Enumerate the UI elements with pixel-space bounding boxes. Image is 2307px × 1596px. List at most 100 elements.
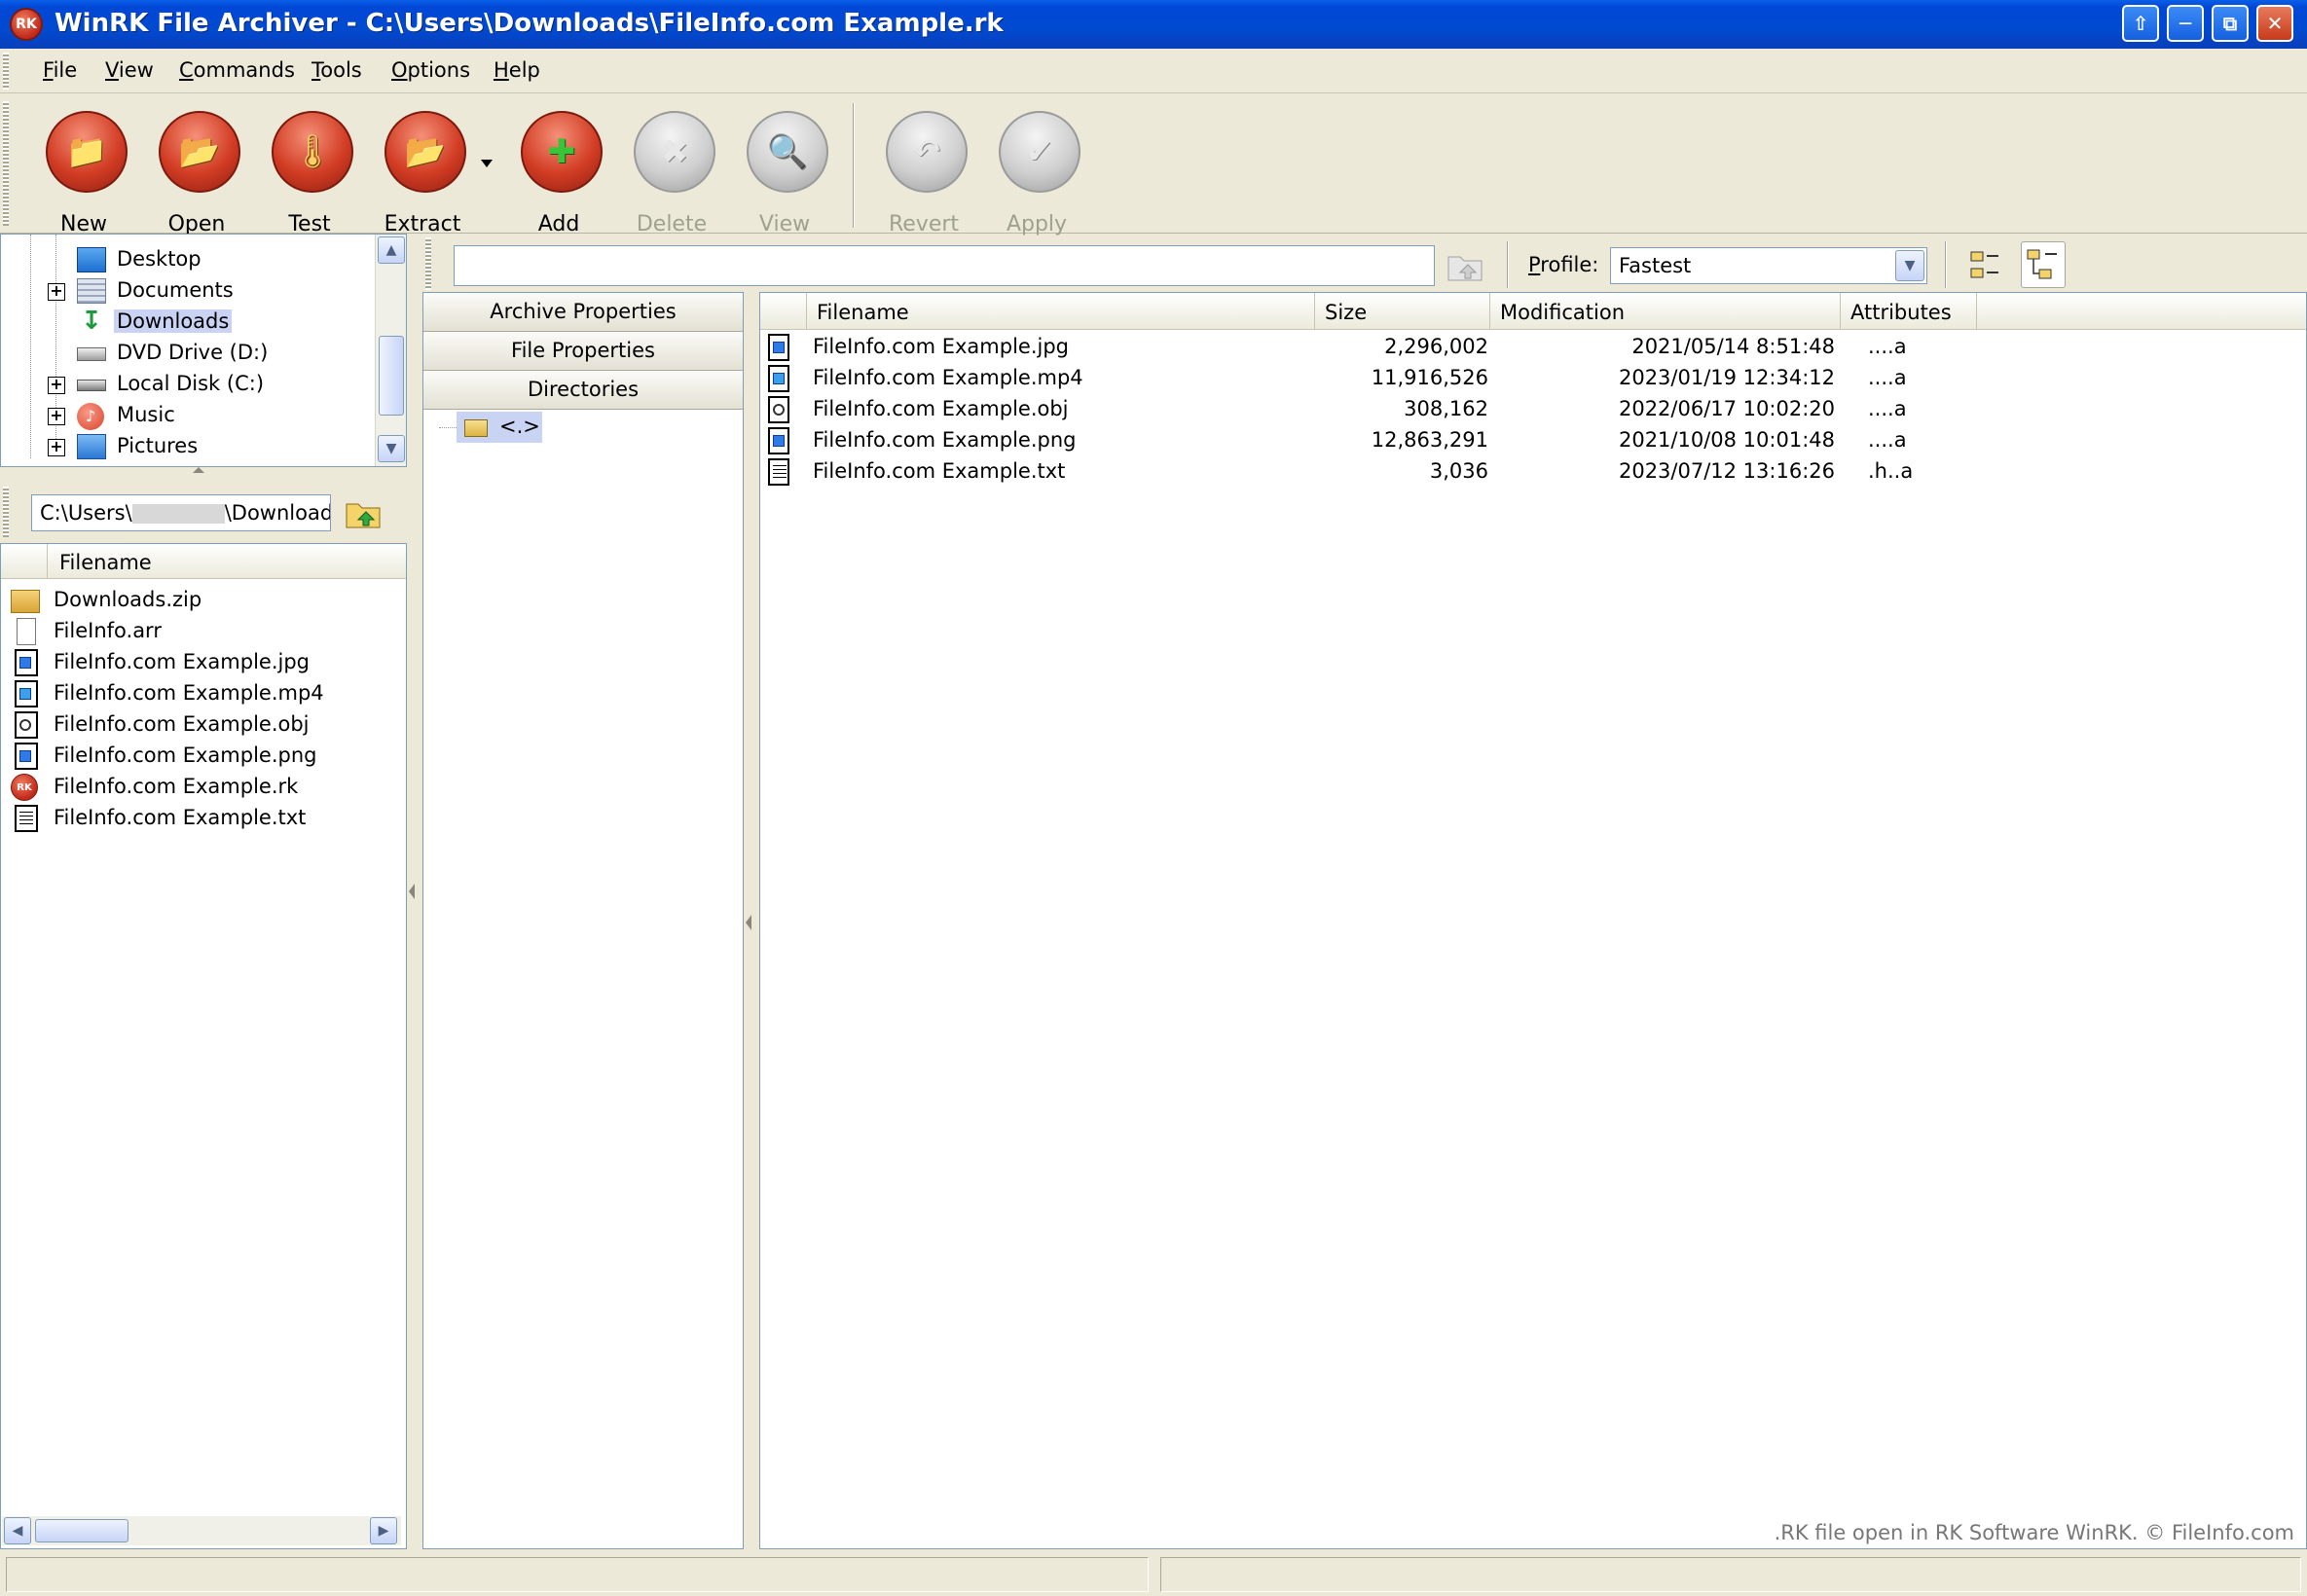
addressbar-gripper[interactable] bbox=[425, 237, 431, 290]
dir-root-node[interactable]: <.> bbox=[457, 412, 542, 443]
scroll-down-button[interactable]: ▼ bbox=[378, 435, 405, 462]
tab-archive-properties[interactable]: Archive Properties bbox=[423, 293, 743, 332]
path-field[interactable]: C:\Users\ \Downloads bbox=[31, 494, 331, 531]
toolbar-gripper[interactable] bbox=[3, 101, 9, 226]
expand-music[interactable]: + bbox=[48, 408, 65, 425]
row-filename: FileInfo.com Example.txt bbox=[813, 459, 1066, 483]
revert-label: Revert bbox=[888, 212, 960, 236]
row-filename: FileInfo.com Example.jpg bbox=[813, 335, 1069, 358]
tree-label-music: Music bbox=[117, 403, 175, 426]
row-size: 3,036 bbox=[1429, 459, 1488, 483]
list-item[interactable]: FileInfo.com Example.obj bbox=[7, 709, 396, 741]
tree-item-documents[interactable]: + Documents bbox=[1, 275, 371, 307]
menu-help[interactable]: Help bbox=[494, 58, 540, 82]
menubar-gripper[interactable] bbox=[3, 53, 9, 90]
go-up-folder-button[interactable] bbox=[345, 496, 384, 529]
tree-splitter-grip[interactable] bbox=[193, 467, 204, 473]
table-row[interactable]: FileInfo.com Example.txt 3,036 2023/07/1… bbox=[760, 456, 2307, 488]
window-title: WinRK File Archiver - C:\Users\Downloads… bbox=[55, 9, 1004, 38]
column-header-modification[interactable]: Modification bbox=[1490, 293, 1841, 330]
list-item[interactable]: FileInfo.com Example.mp4 bbox=[7, 678, 396, 709]
column-header-size[interactable]: Size bbox=[1315, 293, 1490, 330]
menu-view[interactable]: View bbox=[105, 58, 154, 82]
menu-commands[interactable]: Commands bbox=[179, 58, 295, 82]
apply-button[interactable]: ✔ Apply bbox=[988, 111, 1085, 236]
tree-item-dvd-drive[interactable]: DVD Drive (D:) bbox=[1, 338, 371, 369]
menu-view-rest: iew bbox=[118, 58, 154, 82]
list-item[interactable]: FileInfo.com Example.jpg bbox=[7, 647, 396, 678]
list-item[interactable]: FileInfo.arr bbox=[7, 616, 396, 647]
middle-splitter-grip[interactable] bbox=[746, 915, 751, 930]
test-button[interactable]: 🌡 Test bbox=[261, 111, 358, 236]
restore-up-button[interactable]: ⇧ bbox=[2122, 5, 2159, 42]
table-row[interactable]: FileInfo.com Example.png 12,863,291 2021… bbox=[760, 425, 2307, 456]
title-bar[interactable]: RK WinRK File Archiver - C:\Users\Downlo… bbox=[0, 0, 2307, 49]
tab-file-properties[interactable]: File Properties bbox=[423, 332, 743, 371]
scroll-left-button[interactable]: ◀ bbox=[4, 1517, 31, 1544]
expand-local-disk[interactable]: + bbox=[48, 377, 65, 394]
expand-pictures[interactable]: + bbox=[48, 439, 65, 456]
list-item[interactable]: FileInfo.com Example.png bbox=[7, 741, 396, 772]
minimize-icon: ─ bbox=[2179, 12, 2192, 35]
open-button[interactable]: 📂 Open bbox=[148, 111, 245, 236]
object-glyph bbox=[773, 404, 785, 416]
scroll-right-button[interactable]: ▶ bbox=[370, 1517, 397, 1544]
restore-button[interactable]: ⧉ bbox=[2212, 5, 2249, 42]
tree-label-documents: Documents bbox=[117, 278, 234, 302]
folder-tree[interactable]: Desktop + Documents ↧ Downloads DVD Driv… bbox=[0, 234, 407, 467]
row-size: 12,863,291 bbox=[1371, 428, 1488, 452]
scroll-up-button[interactable]: ▲ bbox=[378, 236, 405, 264]
tree-item-desktop[interactable]: Desktop bbox=[1, 244, 371, 275]
folder-up-icon bbox=[346, 503, 381, 528]
horizontal-scroll-thumb[interactable] bbox=[35, 1519, 128, 1542]
extract-dropdown-arrow[interactable] bbox=[481, 160, 493, 167]
left-splitter-grip[interactable] bbox=[409, 884, 415, 899]
table-row[interactable]: FileInfo.com Example.jpg 2,296,002 2021/… bbox=[760, 332, 2307, 363]
tree-item-music[interactable]: + ♪ Music bbox=[1, 400, 371, 431]
video-file-icon bbox=[15, 680, 38, 707]
close-button[interactable]: ✕ bbox=[2256, 5, 2293, 42]
text-glyph bbox=[19, 812, 33, 827]
flat-view-button[interactable] bbox=[1962, 241, 2007, 288]
tree-label-dvd-drive: DVD Drive (D:) bbox=[117, 341, 269, 364]
list-item[interactable]: FileInfo.com Example.txt bbox=[7, 803, 396, 834]
tab-directories[interactable]: Directories bbox=[423, 371, 743, 410]
column-header-icon[interactable] bbox=[760, 293, 807, 330]
local-file-list[interactable]: Filename Downloads.zip FileInfo.arr File… bbox=[0, 543, 407, 1549]
revert-button[interactable]: ↶ Revert bbox=[875, 111, 972, 236]
left-list-filename-column[interactable]: Filename bbox=[59, 551, 152, 574]
tree-item-local-disk[interactable]: + Local Disk (C:) bbox=[1, 369, 371, 400]
list-item-label: FileInfo.com Example.rk bbox=[54, 775, 299, 798]
delete-button[interactable]: ✖ Delete bbox=[623, 111, 720, 236]
list-item[interactable]: RK FileInfo.com Example.rk bbox=[7, 772, 396, 803]
menu-tools[interactable]: Tools bbox=[311, 58, 362, 82]
app-icon[interactable]: RK bbox=[10, 8, 43, 41]
new-button[interactable]: 📁 New bbox=[35, 111, 132, 236]
archive-file-list[interactable]: Filename Size Modification Attributes Fi… bbox=[759, 292, 2307, 1549]
minimize-button[interactable]: ─ bbox=[2167, 5, 2204, 42]
menu-options[interactable]: Options bbox=[391, 58, 470, 82]
tree-view-button[interactable] bbox=[2021, 241, 2066, 288]
tree-item-pictures[interactable]: + Pictures bbox=[1, 431, 371, 462]
menu-file[interactable]: File bbox=[43, 58, 77, 82]
table-row[interactable]: FileInfo.com Example.mp4 11,916,526 2023… bbox=[760, 363, 2307, 394]
left-list-horizontal-scrollbar[interactable]: ◀ ▶ bbox=[2, 1516, 401, 1545]
list-item[interactable]: Downloads.zip bbox=[7, 585, 396, 616]
left-list-icon-column[interactable] bbox=[1, 544, 48, 579]
tree-item-downloads[interactable]: ↧ Downloads bbox=[1, 307, 371, 338]
archive-go-button[interactable] bbox=[1446, 249, 1485, 282]
tree-scroll-thumb[interactable] bbox=[379, 336, 404, 416]
chevron-down-icon[interactable]: ▼ bbox=[1895, 250, 1924, 281]
archive-path-input[interactable] bbox=[454, 245, 1435, 286]
profile-dropdown[interactable]: Fastest ▼ bbox=[1610, 247, 1927, 284]
expand-documents[interactable]: + bbox=[48, 283, 65, 301]
view-button[interactable]: 🔍 View bbox=[736, 111, 833, 236]
add-button[interactable]: ✚ Add bbox=[510, 111, 607, 236]
column-header-attributes[interactable]: Attributes bbox=[1841, 293, 1977, 330]
pathbar-gripper[interactable] bbox=[3, 487, 9, 537]
column-header-filename[interactable]: Filename bbox=[807, 293, 1315, 330]
table-row[interactable]: FileInfo.com Example.obj 308,162 2022/06… bbox=[760, 394, 2307, 425]
tree-vertical-scrollbar[interactable]: ▲ ▼ bbox=[375, 235, 406, 466]
row-modified: 2023/01/19 12:34:12 bbox=[1618, 366, 1835, 389]
extract-button[interactable]: 📂 Extract bbox=[374, 111, 471, 236]
